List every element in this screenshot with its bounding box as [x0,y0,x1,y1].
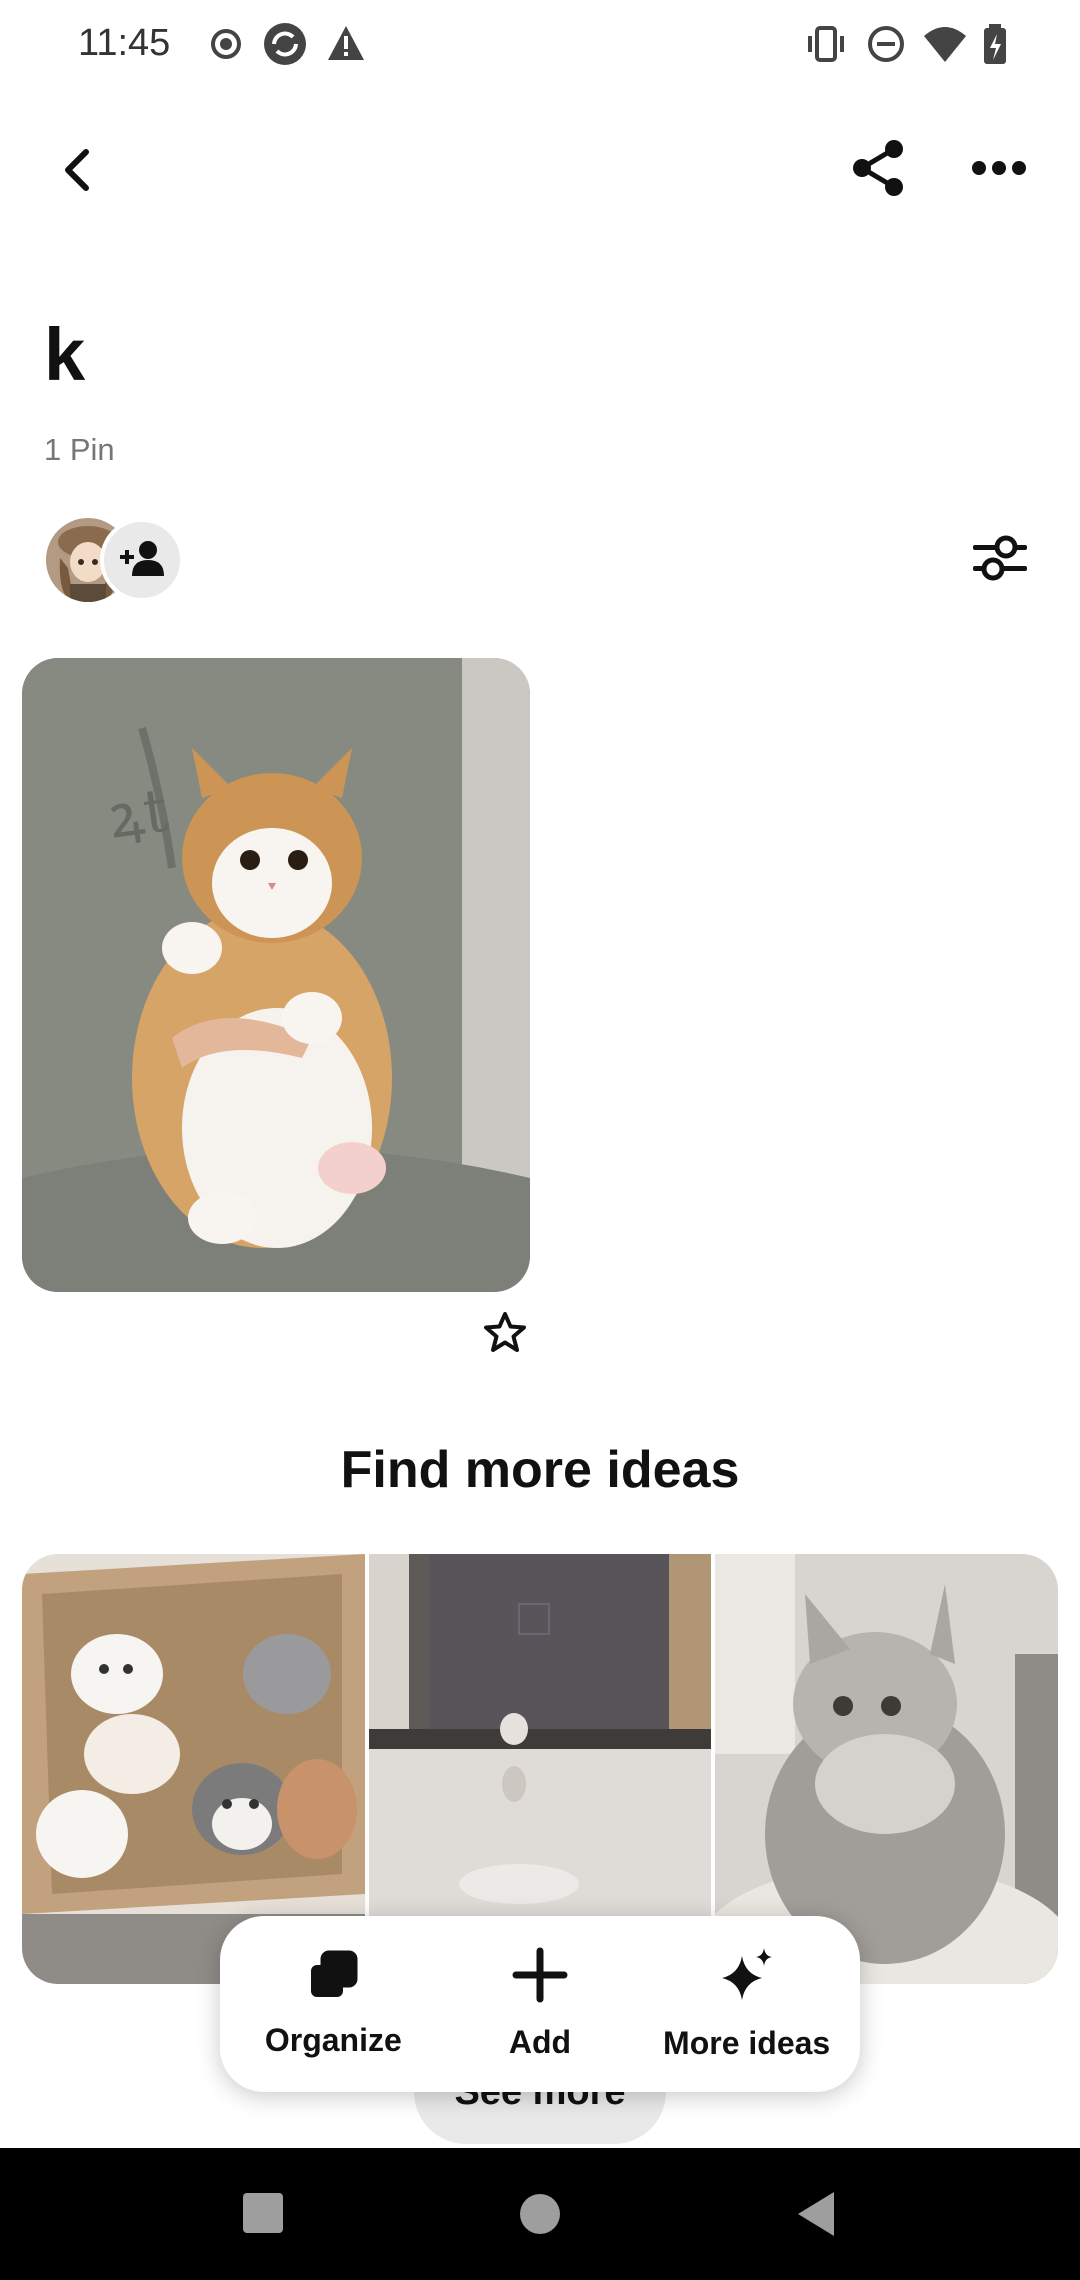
board-action-bar: Organize Add More ideas [220,1916,860,2092]
chevron-left-icon [56,146,96,199]
more-horizontal-icon [971,160,1027,181]
star-icon [482,1312,528,1360]
status-time: 11:45 [78,22,171,64]
battery-icon [980,20,1010,73]
share-icon [850,139,906,202]
record-icon [206,20,246,73]
home-button[interactable] [518,2192,562,2241]
board-title: k [44,313,86,396]
organize-label: Organize [264,2022,402,2058]
svg-text:ꝝt: ꝝt [104,775,172,853]
vibrate-icon [804,20,848,73]
warning-icon [326,20,366,73]
pin-card[interactable]: ꝝt [22,658,530,1292]
more-ideas-button[interactable]: More ideas [647,1946,847,2062]
cat-photo: ꝝt [22,658,530,1292]
organize-icon [307,1949,359,2006]
organize-button[interactable]: Organize [233,1949,433,2059]
favorite-button[interactable] [482,1310,532,1360]
filter-button[interactable] [964,528,1036,592]
recents-button[interactable] [242,2192,284,2239]
add-button[interactable]: Add [440,1947,640,2061]
status-bar: 11:45 [0,0,1080,90]
dnd-icon [866,20,906,73]
add-person-icon [118,538,166,583]
square-icon [242,2193,284,2238]
find-more-ideas-title: Find more ideas [340,1441,740,1499]
more-ideas-label: More ideas [663,2025,831,2061]
sparkle-icon [718,1946,776,2009]
more-options-button[interactable] [964,140,1034,200]
pin-count: 1 Pin [44,432,115,467]
wifi-icon [922,20,968,73]
back-button[interactable] [44,140,108,204]
plus-icon [512,1947,568,2008]
circle-icon [518,2194,562,2240]
add-collaborator-button[interactable] [100,518,184,602]
share-button[interactable] [846,138,910,202]
back-nav-button[interactable] [796,2190,836,2243]
system-nav-bar [0,2148,1080,2280]
triangle-back-icon [796,2192,836,2242]
add-label: Add [508,2024,572,2060]
sliders-icon [971,531,1029,590]
sync-icon [262,20,308,73]
